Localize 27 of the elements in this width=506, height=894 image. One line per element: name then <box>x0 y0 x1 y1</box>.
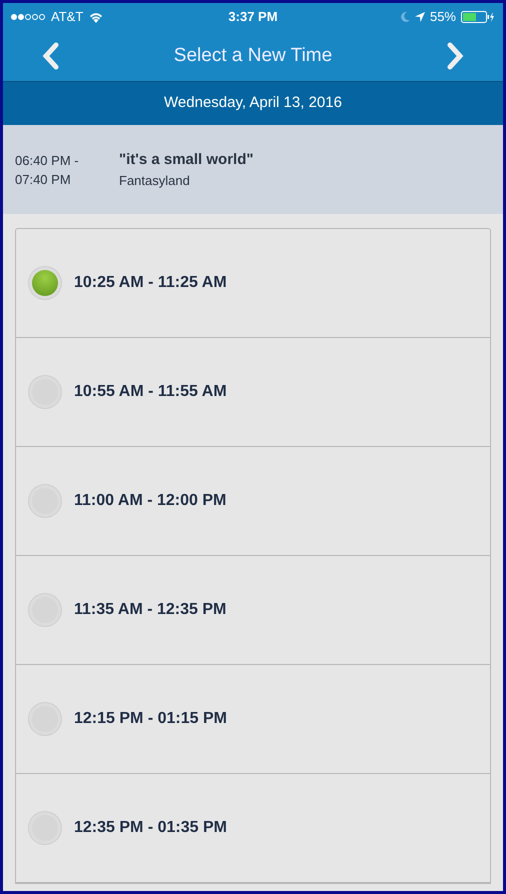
time-option[interactable]: 10:25 AM - 11:25 AM <box>16 229 490 338</box>
time-option[interactable]: 11:35 AM - 12:35 PM <box>16 556 490 665</box>
time-range: 11:00 AM - 12:00 PM <box>74 491 226 511</box>
time-option[interactable]: 12:35 PM - 01:35 PM <box>16 774 490 883</box>
attraction-location: Fantasyland <box>119 172 191 190</box>
reservation-time: 07:40 PM <box>15 170 72 188</box>
time-range: 10:55 AM - 11:55 AM <box>74 382 227 402</box>
time-range: 11:35 AM - 12:35 PM <box>74 600 226 620</box>
radio-button[interactable] <box>28 266 62 300</box>
time-range: 10:25 AM - 11:25 AM <box>74 273 227 293</box>
carrier-name: AT&T <box>51 8 84 26</box>
location-arrow-icon <box>414 12 425 22</box>
moon-icon <box>400 12 410 22</box>
time-range: 12:35 PM - 01:35 PM <box>74 818 227 838</box>
attraction-name: "it's a small world" <box>119 150 254 170</box>
battery-percent: 55% <box>430 8 456 26</box>
time-option[interactable]: 12:15 PM - 01:15 PM <box>16 665 490 774</box>
battery-icon <box>461 11 495 23</box>
wifi-icon <box>89 12 104 22</box>
reservation-time: 06:40 PM - <box>15 152 80 170</box>
status-time: 3:37 PM <box>227 8 279 26</box>
date-bar: Wednesday, April 13, 2016 <box>3 81 503 125</box>
signal-icon <box>11 14 45 20</box>
time-option[interactable]: 11:00 AM - 12:00 PM <box>16 447 490 556</box>
time-range: 12:15 PM - 01:15 PM <box>74 709 227 729</box>
page-title: Select a New Time <box>174 44 332 68</box>
time-option[interactable]: 10:55 AM - 11:55 AM <box>16 338 490 447</box>
